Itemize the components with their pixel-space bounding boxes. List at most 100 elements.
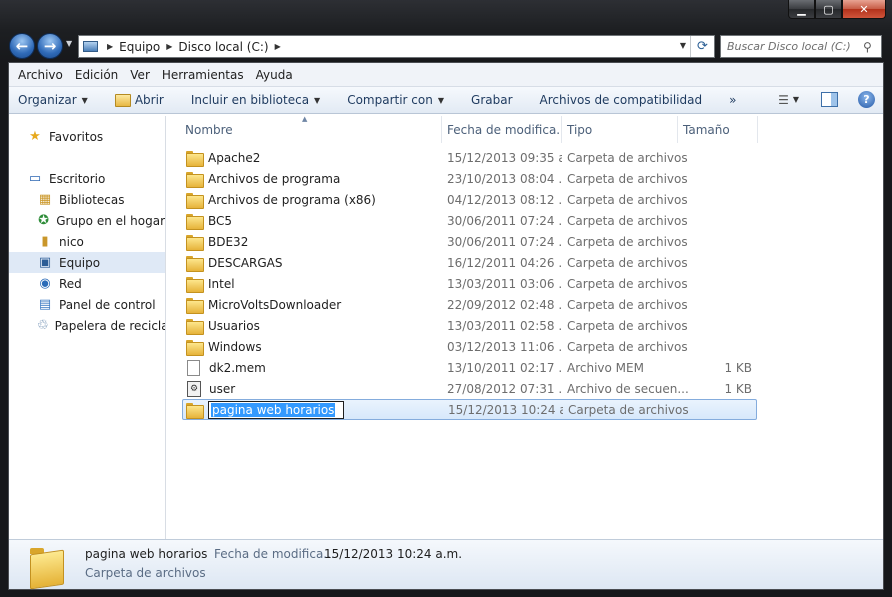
view-details-icon[interactable]: ☰ [778, 93, 789, 107]
table-row[interactable]: Windows 03/12/2013 11:06 ... Carpeta de … [167, 336, 883, 357]
menu-archivo[interactable]: Archivo [12, 68, 69, 82]
sidebar-item-label: nico [59, 234, 84, 249]
sidebar-item-favoritos[interactable]: ★ Favoritos [9, 126, 165, 147]
table-row[interactable]: dk2.mem 13/10/2011 02:17 ... Archivo MEM… [167, 357, 883, 378]
sidebar-item-papelera[interactable]: ♲ Papelera de reciclaje [9, 315, 165, 336]
command-bar: Organizar ▼ Abrir Incluir en biblioteca … [9, 87, 883, 114]
column-type[interactable]: Tipo [562, 116, 678, 143]
file-icon [187, 359, 200, 376]
table-row[interactable]: Apache2 15/12/2013 09:35 a... Carpeta de… [167, 147, 883, 168]
breadcrumb-disco-local[interactable]: Disco local (C:) [178, 40, 268, 54]
menu-ayuda[interactable]: Ayuda [250, 68, 299, 82]
file-name: dk2.mem [209, 360, 266, 375]
share-button[interactable]: Compartir con ▼ [347, 93, 444, 107]
refresh-icon[interactable]: ⟳ [690, 36, 714, 57]
search-input[interactable] [727, 40, 863, 53]
sidebar-item-label: Bibliotecas [59, 192, 125, 207]
table-row[interactable]: BDE32 30/06/2011 07:24 ... Carpeta de ar… [167, 231, 883, 252]
folder-icon [27, 544, 65, 587]
details-date-value[interactable]: 15/12/2013 10:24 a.m. [324, 547, 462, 561]
chevron-down-icon: ▼ [437, 95, 445, 105]
view-chevron-down-icon[interactable]: ▼ [793, 95, 799, 104]
help-icon[interactable]: ? [858, 91, 875, 108]
folder-icon [186, 213, 204, 230]
preview-pane-icon[interactable] [821, 92, 838, 107]
folder-icon [186, 234, 204, 251]
file-date: 04/12/2013 08:12 ... [447, 192, 562, 207]
file-date: 23/10/2013 08:04 ... [447, 171, 562, 186]
table-row[interactable]: ⚙ user 27/08/2012 07:31 ... Archivo de se… [167, 378, 883, 399]
file-type: Carpeta de archivos [567, 276, 688, 291]
file-name-cell: ⚙ user [167, 380, 442, 397]
file-date: 15/12/2013 09:35 a... [447, 150, 562, 165]
menu-bar: Archivo Edición Ver Herramientas Ayuda [9, 63, 883, 87]
sidebar-item-escritorio[interactable]: ▭ Escritorio [9, 168, 165, 189]
burn-button[interactable]: Grabar [471, 93, 513, 107]
desktop-icon: ▭ [28, 171, 42, 186]
more-commands-button[interactable]: » [729, 93, 736, 107]
breadcrumb-arrow-icon[interactable]: ▶ [160, 42, 178, 51]
file-type: Carpeta de archivos [567, 255, 688, 270]
file-date: 13/03/2011 02:58 ... [447, 318, 562, 333]
column-name[interactable]: ▲ Nombre [167, 116, 442, 143]
organize-button[interactable]: Organizar ▼ [18, 93, 88, 107]
details-date-label: Fecha de modifica... [214, 547, 335, 561]
folder-icon [186, 192, 204, 209]
table-row[interactable]: Usuarios 13/03/2011 02:58 ... Carpeta de… [167, 315, 883, 336]
sidebar-item-equipo[interactable]: ▣ Equipo [9, 252, 165, 273]
folder-icon [186, 402, 204, 419]
column-size[interactable]: Tamaño [678, 116, 758, 143]
compatibility-files-button[interactable]: Archivos de compatibilidad [540, 93, 703, 107]
file-type: Carpeta de archivos [568, 402, 689, 417]
navigation-pane: ★ Favoritos ▭ Escritorio ▦ Bibliotecas ✪… [9, 116, 166, 539]
menu-herramientas[interactable]: Herramientas [156, 68, 250, 82]
search-icon[interactable]: ⚲ [863, 40, 872, 54]
file-type: Carpeta de archivos [567, 150, 688, 165]
table-row-selected[interactable]: pagina web horarios 15/12/2013 10:24 a..… [182, 399, 757, 420]
address-bar[interactable]: ▶ Equipo ▶ Disco local (C:) ▶ ▼ ⟳ [78, 35, 715, 58]
address-dropdown-icon[interactable]: ▼ [680, 41, 686, 50]
sidebar-item-panel-control[interactable]: ▤ Panel de control [9, 294, 165, 315]
file-type: Archivo de secuen... [567, 381, 689, 396]
toolbar-right: ☰ ▼ ? [778, 91, 875, 108]
close-button[interactable]: ✕ [842, 0, 886, 19]
include-library-button[interactable]: Incluir en biblioteca ▼ [191, 93, 320, 107]
file-type: Archivo MEM [567, 360, 644, 375]
file-name: Windows [208, 339, 262, 354]
table-row[interactable]: MicroVoltsDownloader 22/09/2012 02:48 ..… [167, 294, 883, 315]
sidebar-item-label: Escritorio [49, 171, 106, 186]
table-row[interactable]: DESCARGAS 16/12/2011 04:26 ... Carpeta d… [167, 252, 883, 273]
search-box[interactable]: ⚲ [720, 35, 882, 58]
recent-pages-chevron-icon[interactable]: ▼ [66, 39, 72, 48]
star-icon: ★ [29, 129, 41, 144]
breadcrumb-arrow-icon[interactable]: ▶ [101, 42, 119, 51]
file-date: 13/03/2011 03:06 ... [447, 276, 562, 291]
sidebar-item-bibliotecas[interactable]: ▦ Bibliotecas [9, 189, 165, 210]
folder-icon [186, 297, 204, 314]
sidebar-item-red[interactable]: ◉ Red [9, 273, 165, 294]
breadcrumb-arrow-icon[interactable]: ▶ [269, 42, 287, 51]
menu-edicion[interactable]: Edición [69, 68, 124, 82]
minimize-button[interactable]: ▁ [788, 0, 815, 19]
column-header: ▲ Nombre Fecha de modifica... Tipo Tamañ… [167, 116, 883, 143]
open-button[interactable]: Abrir [114, 93, 164, 107]
breadcrumb-equipo[interactable]: Equipo [119, 40, 160, 54]
file-name: BC5 [208, 213, 233, 228]
forward-button[interactable]: → [37, 33, 63, 59]
maximize-button[interactable]: ▢ [815, 0, 842, 19]
burn-label: Grabar [471, 93, 513, 107]
table-row[interactable]: Archivos de programa (x86) 04/12/2013 08… [167, 189, 883, 210]
sidebar-item-grupo-hogar[interactable]: ✪ Grupo en el hogar [9, 210, 165, 231]
column-date[interactable]: Fecha de modifica... [442, 116, 562, 143]
menu-ver[interactable]: Ver [124, 68, 156, 82]
folder-icon [186, 339, 204, 356]
table-row[interactable]: Intel 13/03/2011 03:06 ... Carpeta de ar… [167, 273, 883, 294]
folder-icon [186, 150, 204, 167]
table-row[interactable]: BC5 30/06/2011 07:24 ... Carpeta de arch… [167, 210, 883, 231]
sidebar-item-nico[interactable]: ▮ nico [9, 231, 165, 252]
file-name: DESCARGAS [208, 255, 283, 270]
back-button[interactable]: ← [9, 33, 35, 59]
table-row[interactable]: Archivos de programa 23/10/2013 08:04 ..… [167, 168, 883, 189]
file-name-cell: Archivos de programa [167, 171, 442, 188]
rename-input[interactable]: pagina web horarios [208, 400, 344, 419]
